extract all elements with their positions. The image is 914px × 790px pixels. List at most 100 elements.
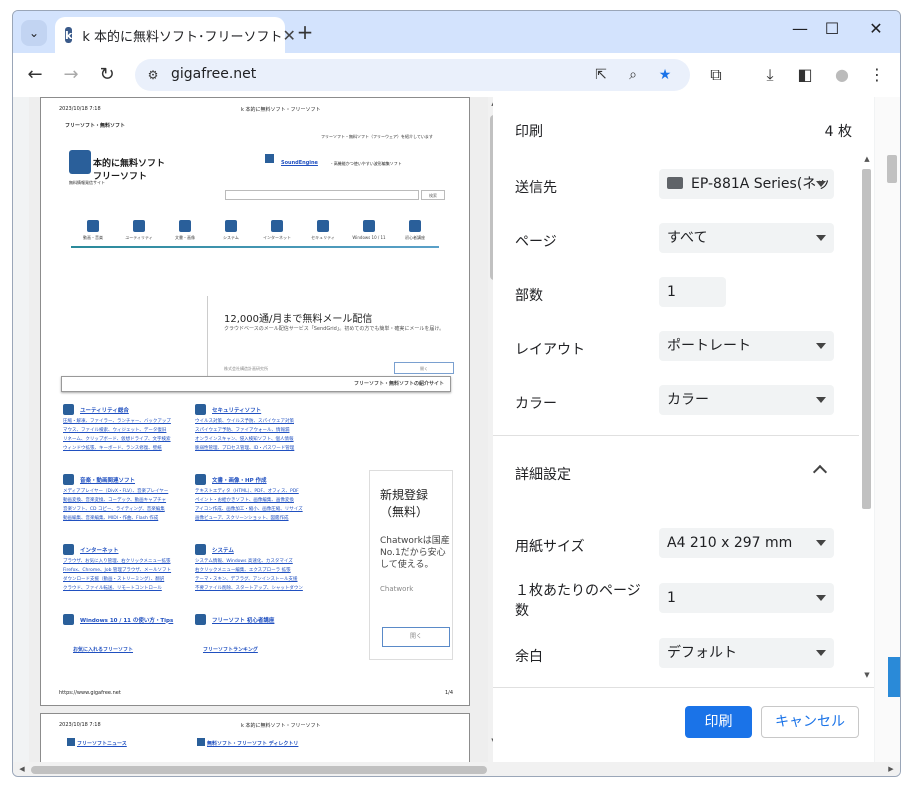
video-icon (87, 220, 99, 232)
nav-item[interactable]: セキュリティ (301, 220, 345, 241)
copies-input[interactable]: 1 (659, 277, 726, 307)
paper-size-label: 用紙サイズ (515, 539, 585, 555)
site-favicon-icon: k (65, 27, 73, 43)
close-window-button[interactable]: ✕ (862, 19, 890, 38)
back-icon[interactable]: ← (23, 63, 47, 87)
category-line[interactable]: マウス、ファイル検索、ウィジェット、データ復旧 (63, 427, 187, 433)
category-line[interactable]: 動画変換、音楽変換、コーデック、動画キャプチャ (63, 497, 187, 503)
nav-item[interactable]: システム (209, 220, 253, 241)
category-line[interactable]: ウィンドウ拡張、キーボード、ランス修復、壁紙 (63, 445, 187, 451)
print-button[interactable]: 印刷 (685, 706, 752, 738)
nav-item[interactable]: 動画・音楽 (71, 220, 115, 241)
category-line[interactable]: システム情報、Windows 高速化、カスタマイズ (195, 558, 319, 564)
category-line[interactable]: リネーム、クリップボード、仮想ドライブ、文字検索 (63, 436, 187, 442)
site-search-input[interactable] (225, 190, 419, 200)
category-line[interactable]: 不要ファイル削除、スタートアップ、シャットダウン (195, 585, 319, 591)
bookmark-star-icon[interactable]: ★ (655, 65, 675, 85)
category-line[interactable]: 圧縮・解凍、ファイラー、ランチャー、バックアップ (63, 418, 187, 424)
active-tab[interactable]: k k 本的に無料ソフト･フリーソフト ✕ (55, 17, 296, 53)
nav-item[interactable]: Windows 10 / 11 (347, 220, 391, 240)
tab-search-icon[interactable]: ⌄ (21, 20, 47, 46)
profile-avatar-icon[interactable]: ● (830, 63, 854, 87)
logo-line-1: 本的に無料ソフト (93, 159, 166, 169)
horizontal-scroll-thumb[interactable] (31, 766, 487, 774)
category-windows: Windows 10 / 11 の使い方・Tips (63, 614, 187, 625)
site-info-icon[interactable]: ⚙ (143, 65, 163, 85)
category-line[interactable]: スパイウェア予防、ファイアウォール、情報漏 (195, 427, 319, 433)
scroll-left-icon[interactable]: ◀ (16, 765, 28, 773)
settings-scrollbar[interactable]: ▲ ▼ (859, 153, 874, 683)
category-line[interactable]: 音楽ソフト、CD コピー、ライティング、音楽編集 (63, 506, 187, 512)
soundengine-link[interactable]: SoundEngine (281, 160, 318, 166)
category-line[interactable]: テキストエディタ（HTML）、PDF、オフィス、PDF (195, 488, 319, 494)
scroll-down-icon[interactable]: ▼ (861, 671, 873, 679)
category-title[interactable]: フリーソフト 初心者講座 (212, 616, 274, 624)
nav-item[interactable]: ユーティリティ (117, 220, 161, 241)
category-line[interactable]: ペイント・お絵かきソフト、画像編集、画像変換 (195, 497, 319, 503)
nav-item[interactable]: インターネット (255, 220, 299, 241)
category-title[interactable]: ユーティリティ総合 (80, 406, 129, 414)
pages-select[interactable]: すべて (659, 223, 834, 253)
chevron-up-icon[interactable] (812, 464, 828, 480)
category-line[interactable]: 画像ビューア、スクリーンショット、図鑑作成 (195, 515, 319, 521)
forward-icon[interactable]: → (59, 63, 83, 87)
side-ad-title: 新規登録 （無料） (380, 487, 428, 521)
nav-label: 動画・音楽 (83, 235, 103, 240)
extensions-icon[interactable]: ⧉ (704, 63, 728, 87)
globe-icon (63, 544, 74, 555)
category-line[interactable]: アイコン作成、画像加工・縮小、画像圧縮、リサイズ (195, 506, 319, 512)
category-line[interactable]: オンラインスキャン、侵入検知ソフト、個人情報 (195, 436, 319, 442)
layout-select[interactable]: ポートレート (659, 331, 834, 361)
new-tab-button[interactable]: + (293, 21, 317, 45)
category-line[interactable]: テーマ・スキン、デフラグ、アンインストール支援 (195, 576, 319, 582)
category-line[interactable]: 右クリックメニュー編集、エクスプローラ 拡張 (195, 567, 319, 573)
download-icon[interactable]: ⤓ (758, 63, 782, 87)
maximize-button[interactable]: ☐ (818, 19, 846, 38)
category-title[interactable]: セキュリティソフト (212, 406, 261, 414)
category-title[interactable]: インターネット (80, 546, 119, 554)
caret-down-icon (816, 235, 826, 241)
category-line[interactable]: Firefox、Chrome、Job 管理ブラウザ、メールソフト (63, 567, 187, 573)
url-text[interactable]: gigafree.net (171, 66, 256, 82)
category-title[interactable]: Windows 10 / 11 の使い方・Tips (80, 616, 173, 624)
ad-open-button[interactable]: 開く (394, 362, 454, 374)
ranking-link[interactable]: フリーソフトランキング (203, 646, 258, 653)
category-line[interactable]: クラウド、ファイル転送、リモートコントロール (63, 585, 187, 591)
category-title[interactable]: 音楽・動画関連ソフト (80, 476, 135, 484)
category-line[interactable]: 脆弱性管理、プロセス管理、ID・パスワード管理 (195, 445, 319, 451)
horizontal-scrollbar[interactable]: ◀ ▶ (13, 762, 900, 776)
color-select[interactable]: カラー (659, 385, 834, 415)
zoom-icon[interactable]: ⌕ (623, 65, 643, 85)
pages-per-sheet-select[interactable]: 1 (659, 583, 834, 613)
address-bar[interactable]: ⚙ gigafree.net ⇱ ⌕ ★ (135, 59, 690, 91)
globe-icon (271, 220, 283, 232)
side-panel-icon[interactable]: ◧ (793, 63, 817, 87)
cancel-button[interactable]: キャンセル (761, 706, 859, 738)
destination-select[interactable]: EP-881A Series(ネットワーク) (659, 169, 834, 199)
category-title[interactable]: 文書・画像・HP 作成 (212, 476, 267, 484)
menu-icon[interactable]: ⋮ (865, 63, 889, 87)
favorites-link[interactable]: お気に入れるフリーソフト (73, 646, 133, 653)
news-link[interactable]: フリーソフトニュース (77, 740, 127, 747)
advanced-settings-toggle[interactable]: 詳細設定 (515, 464, 571, 484)
nav-item[interactable]: 文書・画像 (163, 220, 207, 241)
scroll-right-icon[interactable]: ▶ (885, 765, 897, 773)
directory-link[interactable]: 無料ソフト・フリーソフト ディレクトリ (207, 740, 298, 747)
reload-icon[interactable]: ↻ (95, 63, 119, 87)
settings-scroll-thumb[interactable] (862, 169, 871, 509)
side-ad-open-button[interactable]: 開く (382, 627, 450, 647)
category-line[interactable]: ウイルス対策、ウイルス予防、スパイウェア対策 (195, 418, 319, 424)
paper-size-select[interactable]: A4 210 x 297 mm (659, 528, 834, 558)
scroll-up-icon[interactable]: ▲ (861, 155, 873, 163)
site-search-button[interactable]: 検索 (421, 190, 445, 200)
category-line[interactable]: 動画編集、音楽編集、MIDI・作曲、Flash 作成 (63, 515, 187, 521)
margin-select[interactable]: デフォルト (659, 638, 834, 668)
page-scroll-thumb[interactable] (887, 155, 897, 183)
category-line[interactable]: メディアプレイヤー（DivX・FLV）、音楽プレイヤー (63, 488, 187, 494)
category-line[interactable]: ブラウザ、お気に入り管理、右クリックメニュー拡張 (63, 558, 187, 564)
open-external-icon[interactable]: ⇱ (591, 65, 611, 85)
nav-item[interactable]: 初心者講座 (393, 220, 437, 241)
category-line[interactable]: ダウンロード支援（動画・ストリーミング）、翻訳 (63, 576, 187, 582)
category-title[interactable]: システム (212, 546, 234, 554)
minimize-button[interactable]: — (786, 19, 814, 38)
